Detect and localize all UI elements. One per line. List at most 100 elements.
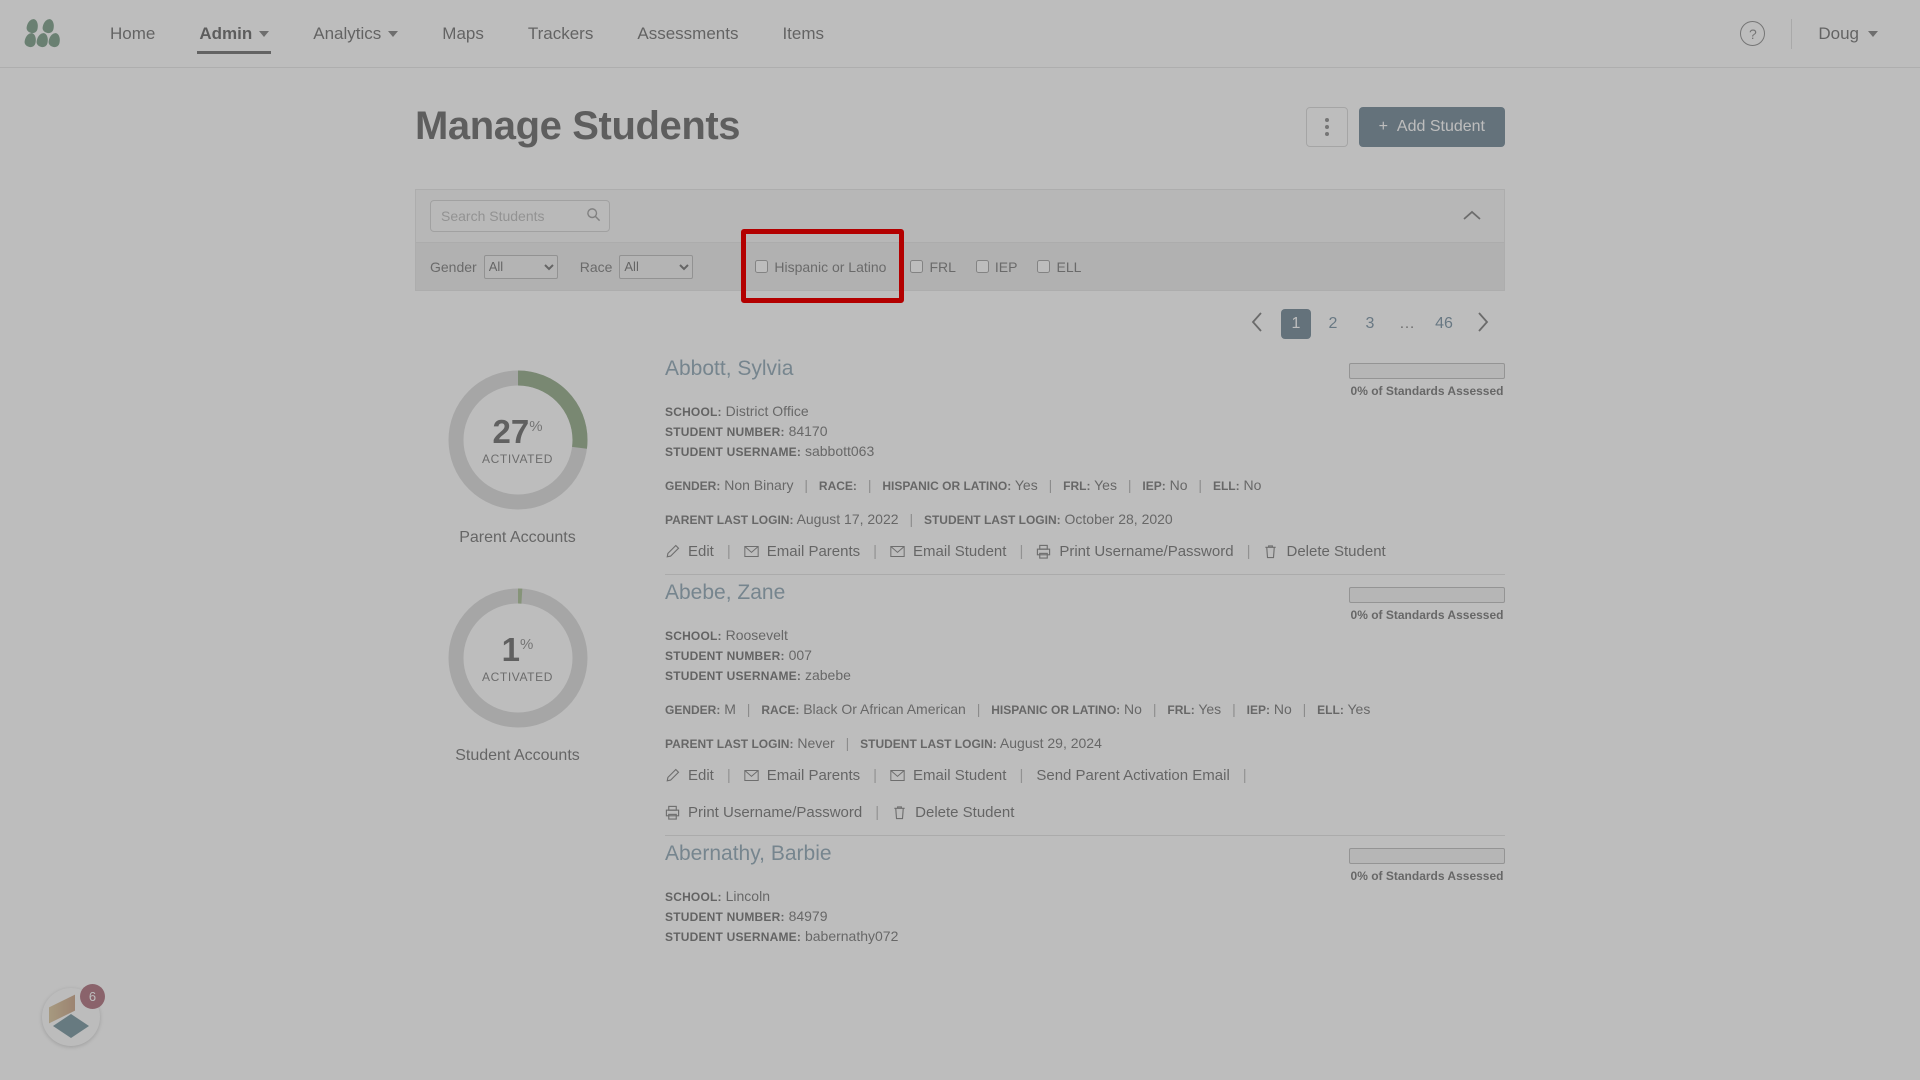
iep-checkbox-input[interactable] bbox=[975, 260, 989, 273]
student-number-row: STUDENT NUMBER: 84170 bbox=[665, 423, 1349, 439]
edit-action[interactable]: Edit bbox=[665, 767, 714, 784]
app-logo-icon[interactable] bbox=[23, 17, 62, 49]
nav-item-admin[interactable]: Admin bbox=[177, 0, 291, 68]
frl-value: Yes bbox=[1094, 477, 1117, 493]
race-label: RACE: bbox=[761, 703, 800, 717]
parent-last-login-label: PARENT LAST LOGIN: bbox=[665, 513, 794, 527]
race-select[interactable]: All bbox=[619, 254, 694, 279]
divider: | bbox=[845, 735, 850, 751]
edit-action[interactable]: Edit bbox=[665, 543, 714, 560]
student-number-label: STUDENT NUMBER: bbox=[665, 425, 785, 439]
student-name-link[interactable]: Abernathy, Barbie bbox=[665, 842, 1349, 866]
nav-item-home[interactable]: Home bbox=[88, 0, 177, 68]
chevron-up-icon bbox=[1463, 210, 1481, 220]
ell-value: Yes bbox=[1347, 701, 1371, 717]
school-label: SCHOOL: bbox=[665, 405, 722, 419]
standards-assessed-label: 0% of Standards Assessed bbox=[1350, 384, 1504, 398]
nav-item-trackers[interactable]: Trackers bbox=[506, 0, 616, 68]
pagination: 1 2 3 … 46 bbox=[415, 291, 1505, 351]
header-actions: + Add Student bbox=[1305, 106, 1505, 147]
print-username-password-action[interactable]: Print Username/Password bbox=[1036, 543, 1234, 560]
email-student-action[interactable]: Email Student bbox=[890, 767, 1006, 784]
chevron-down-icon bbox=[1868, 30, 1878, 37]
frl-checkbox-input[interactable] bbox=[910, 260, 924, 273]
pagination-prev-button[interactable] bbox=[1241, 311, 1274, 338]
student-number-value: 007 bbox=[788, 647, 812, 663]
chevron-down-icon bbox=[259, 30, 270, 37]
ell-checkbox-input[interactable] bbox=[1037, 260, 1051, 273]
content-columns: 27% ACTIVATED Parent Accounts 1% ACTIVAT… bbox=[415, 351, 1505, 958]
edit-label: Edit bbox=[688, 543, 714, 560]
student-username-value: babernathy072 bbox=[804, 928, 899, 944]
add-student-label: Add Student bbox=[1396, 117, 1485, 135]
gender-select[interactable]: All bbox=[483, 254, 558, 279]
nav-item-label: Maps bbox=[442, 23, 484, 43]
content-wrapper: Manage Students + Add Student Search Stu… bbox=[415, 68, 1505, 958]
print-username-password-action[interactable]: Print Username/Password bbox=[665, 804, 862, 821]
delete-student-action[interactable]: Delete Student bbox=[1263, 543, 1386, 560]
pagination-page-2[interactable]: 2 bbox=[1318, 309, 1348, 339]
hispanic-or-latino-checkbox-input[interactable] bbox=[755, 260, 769, 273]
standards-assessed-label: 0% of Standards Assessed bbox=[1350, 869, 1504, 883]
pencil-icon bbox=[666, 544, 680, 558]
student-username-label: STUDENT USERNAME: bbox=[665, 930, 802, 944]
donut-unit: % bbox=[529, 417, 543, 435]
student-name-link[interactable]: Abebe, Zane bbox=[665, 581, 1349, 605]
student-number-label: STUDENT NUMBER: bbox=[665, 649, 785, 663]
email-student-label: Email Student bbox=[913, 767, 1007, 784]
email-student-action[interactable]: Email Student bbox=[890, 543, 1006, 560]
nav-item-maps[interactable]: Maps bbox=[420, 0, 506, 68]
divider: | bbox=[1232, 701, 1236, 717]
email-parents-action[interactable]: Email Parents bbox=[744, 543, 860, 560]
send-parent-activation-email-action[interactable]: Send Parent Activation Email bbox=[1036, 767, 1229, 784]
progress-bar bbox=[1349, 363, 1505, 379]
main-content: Manage Students + Add Student Search Stu… bbox=[0, 68, 1920, 958]
help-icon[interactable]: ? bbox=[1740, 21, 1766, 46]
hispanic-value: No bbox=[1124, 701, 1142, 717]
divider: | bbox=[726, 767, 731, 784]
search-input[interactable] bbox=[430, 200, 610, 232]
pagination-next-button[interactable] bbox=[1466, 311, 1499, 338]
divider: | bbox=[976, 701, 981, 717]
dot-icon bbox=[1324, 124, 1329, 129]
send-activation-label: Send Parent Activation Email bbox=[1036, 767, 1230, 784]
student-login-row: PARENT LAST LOGIN: August 17, 2022 | STU… bbox=[665, 511, 1505, 527]
nav-links: Home Admin Analytics Maps Trackers Asses… bbox=[88, 0, 846, 68]
collapse-filters-button[interactable] bbox=[1462, 206, 1490, 226]
student-card-header: Abbott, Sylvia SCHOOL: District Office S… bbox=[665, 357, 1505, 459]
student-card: Abbott, Sylvia SCHOOL: District Office S… bbox=[665, 351, 1505, 575]
help-chat-widget[interactable]: 6 bbox=[42, 984, 105, 1046]
ell-checkbox[interactable]: ELL bbox=[1037, 259, 1081, 275]
iep-label: IEP bbox=[994, 258, 1018, 275]
nav-item-assessments[interactable]: Assessments bbox=[615, 0, 760, 68]
pagination-page-1[interactable]: 1 bbox=[1281, 309, 1311, 339]
page-root: Home Admin Analytics Maps Trackers Asses… bbox=[0, 0, 1920, 1080]
frl-label: FRL: bbox=[1063, 479, 1091, 493]
filter-search-row bbox=[416, 190, 1504, 242]
pagination-page-3[interactable]: 3 bbox=[1355, 309, 1385, 339]
email-parents-action[interactable]: Email Parents bbox=[744, 767, 860, 784]
divider: | bbox=[909, 511, 914, 527]
hispanic-or-latino-checkbox[interactable]: Hispanic or Latino bbox=[755, 259, 886, 275]
nav-item-analytics[interactable]: Analytics bbox=[291, 0, 420, 68]
iep-checkbox[interactable]: IEP bbox=[975, 258, 1018, 275]
progress-bar bbox=[1349, 587, 1505, 603]
delete-student-action[interactable]: Delete Student bbox=[892, 804, 1014, 821]
divider: | bbox=[1048, 477, 1053, 493]
nav-item-items[interactable]: Items bbox=[760, 0, 846, 68]
divider: | bbox=[804, 477, 809, 493]
more-options-button[interactable] bbox=[1305, 106, 1348, 147]
student-accounts-donut: 1% ACTIVATED Student Accounts bbox=[415, 583, 620, 765]
student-name-link[interactable]: Abbott, Sylvia bbox=[665, 357, 1349, 381]
divider: | bbox=[1019, 767, 1024, 784]
user-menu[interactable]: Doug bbox=[1818, 24, 1878, 44]
nav-item-label: Trackers bbox=[527, 23, 594, 43]
add-student-button[interactable]: + Add Student bbox=[1358, 106, 1505, 147]
widget-badge-count: 6 bbox=[80, 984, 105, 1009]
frl-checkbox[interactable]: FRL bbox=[910, 259, 956, 275]
pagination-page-46[interactable]: 46 bbox=[1429, 309, 1459, 339]
email-parents-label: Email Parents bbox=[766, 543, 861, 560]
top-navigation-bar: Home Admin Analytics Maps Trackers Asses… bbox=[0, 0, 1920, 68]
parent-accounts-donut: 27% ACTIVATED Parent Accounts bbox=[415, 365, 620, 547]
race-label: RACE: bbox=[818, 479, 857, 493]
